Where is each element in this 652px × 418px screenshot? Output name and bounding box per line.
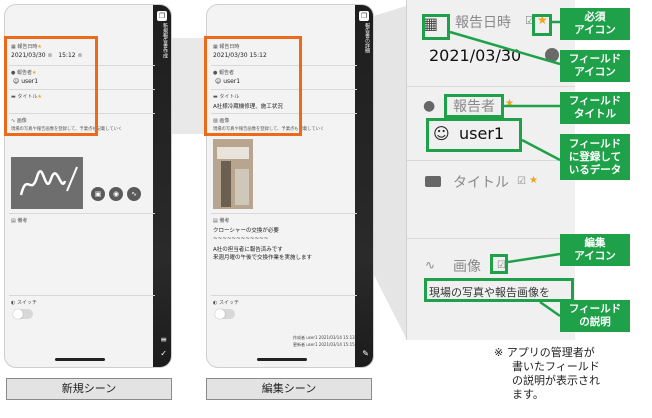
- required-icon-callout: 必須 アイコン: [560, 8, 630, 40]
- edit-icon-callout: 編集 アイコン: [560, 234, 630, 266]
- field-description-callout: フィールド の説明: [560, 300, 630, 332]
- footnote: ※ アプリの管理者が 書いたフィールド の説明が表示され ます。: [494, 346, 600, 401]
- field-icon-callout: フィールド アイコン: [560, 50, 630, 82]
- field-title-callout: フィールド タイトル: [560, 92, 630, 124]
- field-data-callout: フィールド に登録して いるデータ: [560, 134, 630, 180]
